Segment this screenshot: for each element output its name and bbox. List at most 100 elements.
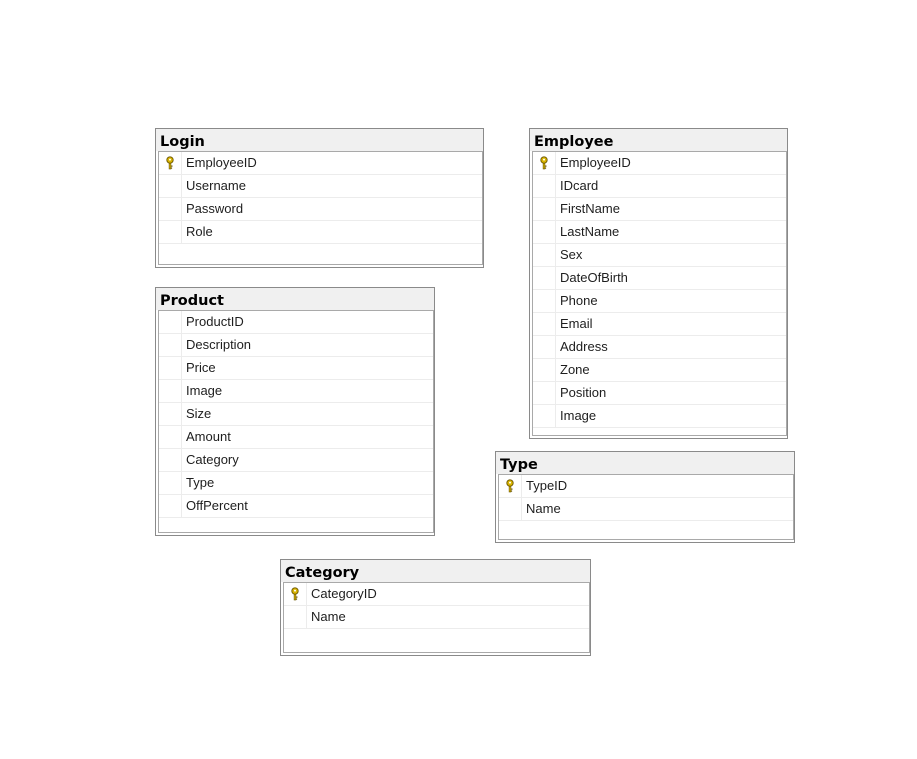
column-name: Username [186,178,246,193]
column-grid-product: ProductID Description Price Image Size Amount… [158,310,434,533]
column-row[interactable]: TypeID [499,475,793,498]
column-name: EmployeeID [186,155,257,170]
row-header [499,498,522,520]
column-name: OffPercent [186,498,248,513]
column-row[interactable]: Size [159,403,433,426]
table-employee[interactable]: Employee EmployeeID IDcard FirstName LastNa… [529,128,788,439]
column-row[interactable]: Email [533,313,786,336]
row-header [159,495,182,517]
row-header [159,449,182,471]
column-name: FirstName [560,201,620,216]
column-row[interactable]: EmployeeID [159,152,482,175]
column-row[interactable]: Phone [533,290,786,313]
column-row[interactable]: Zone [533,359,786,382]
column-name: Zone [560,362,590,377]
row-header [533,175,556,197]
row-header [533,359,556,381]
column-row[interactable]: ProductID [159,311,433,334]
row-header [159,403,182,425]
column-name: IDcard [560,178,599,193]
column-name: Address [560,339,608,354]
column-name: Price [186,360,216,375]
column-name: Size [186,406,212,421]
column-name: Image [186,383,223,398]
row-header [159,380,182,402]
column-row[interactable]: Category [159,449,433,472]
row-header [533,405,556,427]
column-row[interactable]: Address [533,336,786,359]
column-row[interactable]: DateOfBirth [533,267,786,290]
column-name: LastName [560,224,620,239]
column-row[interactable]: Role [159,221,482,244]
column-row[interactable]: Name [499,498,793,521]
column-name: DateOfBirth [560,270,628,285]
primary-key-icon [166,156,174,170]
column-row[interactable]: Password [159,198,482,221]
column-row[interactable]: Price [159,357,433,380]
row-header [533,290,556,312]
table-title-product: Product [156,288,434,310]
row-header [533,313,556,335]
column-row[interactable]: Description [159,334,433,357]
row-header [533,221,556,243]
column-name: Email [560,316,593,331]
row-header [159,472,182,494]
table-title-type: Type [496,452,794,474]
column-name: Phone [560,293,598,308]
column-row[interactable]: FirstName [533,198,786,221]
column-row[interactable]: Image [533,405,786,428]
primary-key-icon [506,479,514,493]
row-header [159,426,182,448]
column-row[interactable]: Position [533,382,786,405]
table-title-login: Login [156,129,483,151]
column-row[interactable]: Username [159,175,482,198]
column-name: Password [186,201,244,216]
column-name: Image [560,408,597,423]
column-row[interactable]: Name [284,606,589,629]
row-header [159,357,182,379]
column-row[interactable]: Sex [533,244,786,267]
column-row[interactable]: OffPercent [159,495,433,518]
column-name: Name [526,501,561,516]
row-header [533,267,556,289]
row-header [284,583,307,605]
column-name: Sex [560,247,583,262]
row-header [159,311,182,333]
row-header [533,244,556,266]
column-grid-login: EmployeeID Username Password Role [158,151,483,265]
column-name: Position [560,385,607,400]
column-name: Amount [186,429,231,444]
table-type[interactable]: Type TypeID Name [495,451,795,543]
column-name: ProductID [186,314,244,329]
column-row[interactable]: Image [159,380,433,403]
table-product[interactable]: Product ProductID Description Price Image Si… [155,287,435,536]
row-header [159,334,182,356]
column-grid-category: CategoryID Name [283,582,590,653]
column-row[interactable]: IDcard [533,175,786,198]
column-row[interactable]: Type [159,472,433,495]
table-title-employee: Employee [530,129,787,151]
row-header [159,152,182,174]
row-header [159,175,182,197]
row-header [284,606,307,628]
row-header [533,198,556,220]
column-name: Name [311,609,346,624]
primary-key-icon [540,156,548,170]
table-login[interactable]: Login EmployeeID Username Password Role [155,128,484,268]
column-name: Type [186,475,215,490]
column-row[interactable]: LastName [533,221,786,244]
column-name: EmployeeID [560,155,631,170]
primary-key-icon [291,587,299,601]
column-name: Role [186,224,213,239]
row-header [499,475,522,497]
column-row[interactable]: Amount [159,426,433,449]
column-name: CategoryID [311,586,377,601]
row-header [533,382,556,404]
column-row[interactable]: EmployeeID [533,152,786,175]
column-name: Category [186,452,239,467]
row-header [159,221,182,243]
column-row[interactable]: CategoryID [284,583,589,606]
table-category[interactable]: Category CategoryID Name [280,559,591,656]
column-name: Description [186,337,252,352]
row-header [533,336,556,358]
